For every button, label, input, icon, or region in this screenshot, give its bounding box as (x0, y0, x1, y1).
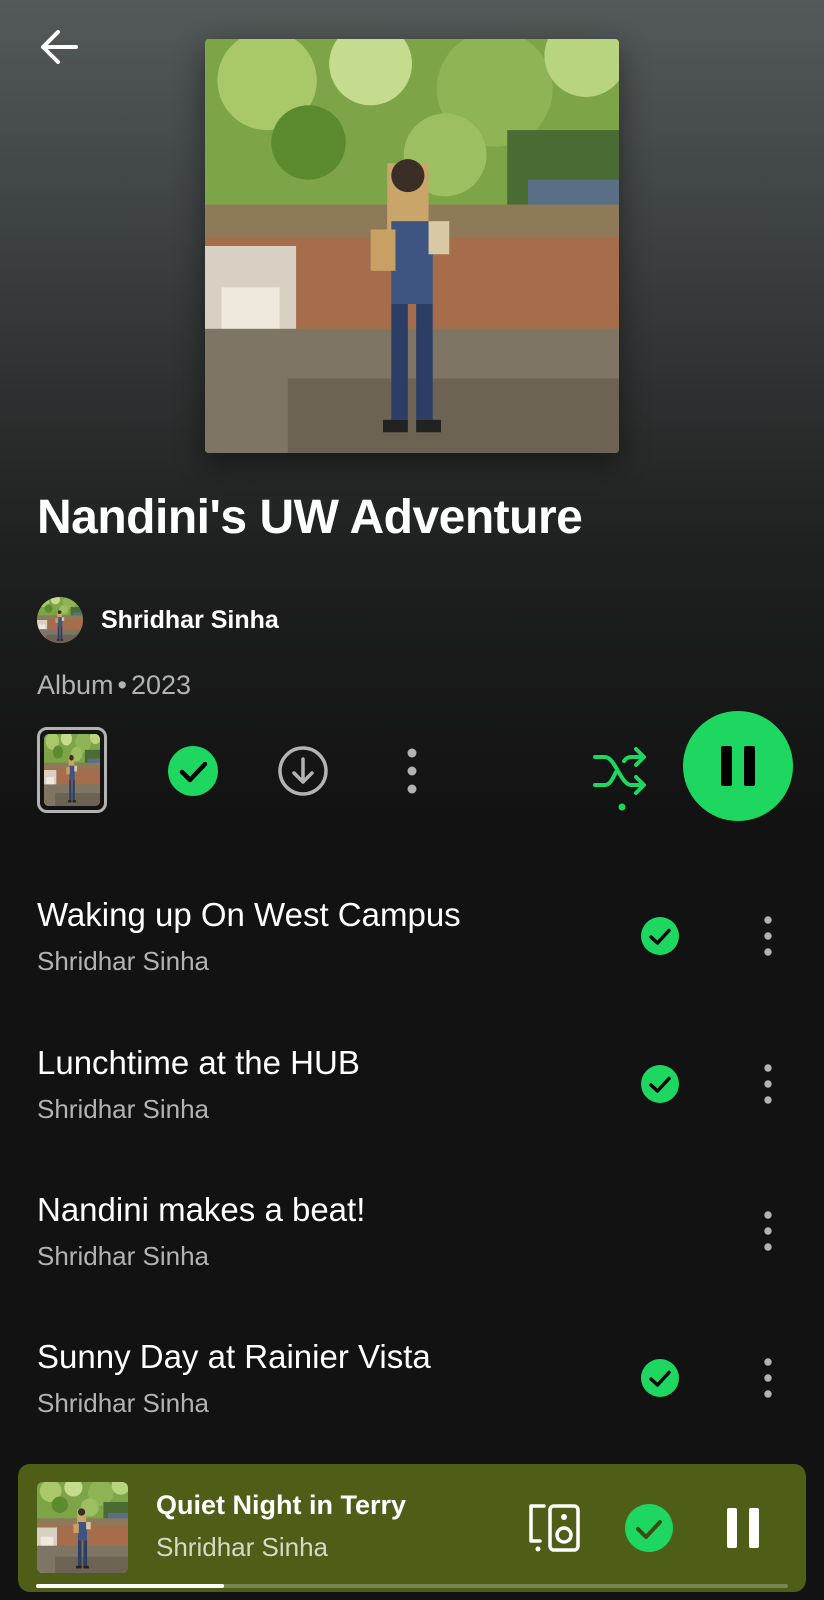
save-button[interactable] (166, 744, 220, 798)
arrow-left-icon (41, 30, 78, 64)
check-circle-icon[interactable] (640, 1064, 680, 1104)
track-artist: Shridhar Sinha (37, 946, 209, 976)
track-row[interactable]: Waking up On West Campus Shridhar Sinha (0, 896, 824, 1006)
more-vertical-icon (407, 748, 417, 794)
track-artist: Shridhar Sinha (37, 1094, 209, 1124)
track-more-button[interactable] (752, 1060, 784, 1108)
track-title: Sunny Day at Rainier Vista (37, 1338, 431, 1375)
more-vertical-icon (764, 1211, 772, 1251)
more-vertical-icon (764, 1064, 772, 1104)
more-vertical-icon (764, 1358, 772, 1398)
pause-icon (727, 1508, 759, 1548)
track-row[interactable]: Sunny Day at Rainier Vista Shridhar Sinh… (0, 1338, 824, 1448)
album-year: 2023 (130, 670, 192, 700)
check-circle-icon (168, 746, 218, 796)
now-playing-title: Quiet Night in Terry (156, 1490, 407, 1520)
meta-separator: • (117, 670, 127, 700)
download-button[interactable] (276, 744, 330, 798)
shuffle-icon (593, 747, 646, 811)
track-more-button[interactable] (752, 1354, 784, 1402)
check-circle-icon (625, 1504, 673, 1552)
track-title: Waking up On West Campus (37, 896, 461, 933)
album-title: Nandini's UW Adventure (37, 491, 583, 544)
now-playing-artist: Shridhar Sinha (156, 1532, 328, 1562)
track-row[interactable]: Nandini makes a beat! Shridhar Sinha (0, 1191, 824, 1301)
track-artist: Shridhar Sinha (37, 1388, 209, 1418)
back-button[interactable] (34, 22, 84, 72)
artist-link[interactable]: Shridhar Sinha (37, 597, 279, 643)
connect-device-icon (529, 1504, 580, 1552)
shuffle-button[interactable] (592, 738, 652, 814)
album-cover (205, 39, 619, 453)
track-artist: Shridhar Sinha (37, 1241, 209, 1271)
artist-name: Shridhar Sinha (101, 605, 279, 634)
more-options-button[interactable] (394, 744, 430, 798)
now-playing-bar[interactable]: Quiet Night in Terry Shridhar Sinha (18, 1464, 806, 1592)
check-circle-icon[interactable] (640, 916, 680, 956)
playback-progress-fill (36, 1584, 224, 1588)
now-playing-save-button[interactable] (622, 1501, 676, 1555)
download-circle-icon (278, 746, 328, 796)
track-more-button[interactable] (752, 912, 784, 960)
now-playing-pause-button[interactable] (718, 1502, 768, 1554)
track-title: Lunchtime at the HUB (37, 1044, 360, 1081)
track-row[interactable]: Lunchtime at the HUB Shridhar Sinha (0, 1044, 824, 1154)
pause-icon (715, 746, 761, 786)
more-vertical-icon (764, 916, 772, 956)
album-meta: Album • 2023 (37, 670, 191, 701)
track-more-button[interactable] (752, 1207, 784, 1255)
canvas-thumbnail[interactable] (37, 727, 107, 813)
connect-device-button[interactable] (526, 1502, 582, 1554)
album-type: Album (37, 670, 114, 700)
avatar (37, 597, 83, 643)
play-pause-button[interactable] (683, 711, 793, 821)
track-title: Nandini makes a beat! (37, 1191, 366, 1228)
playback-progress (36, 1584, 788, 1588)
check-circle-icon[interactable] (640, 1358, 680, 1398)
now-playing-cover (37, 1482, 128, 1573)
